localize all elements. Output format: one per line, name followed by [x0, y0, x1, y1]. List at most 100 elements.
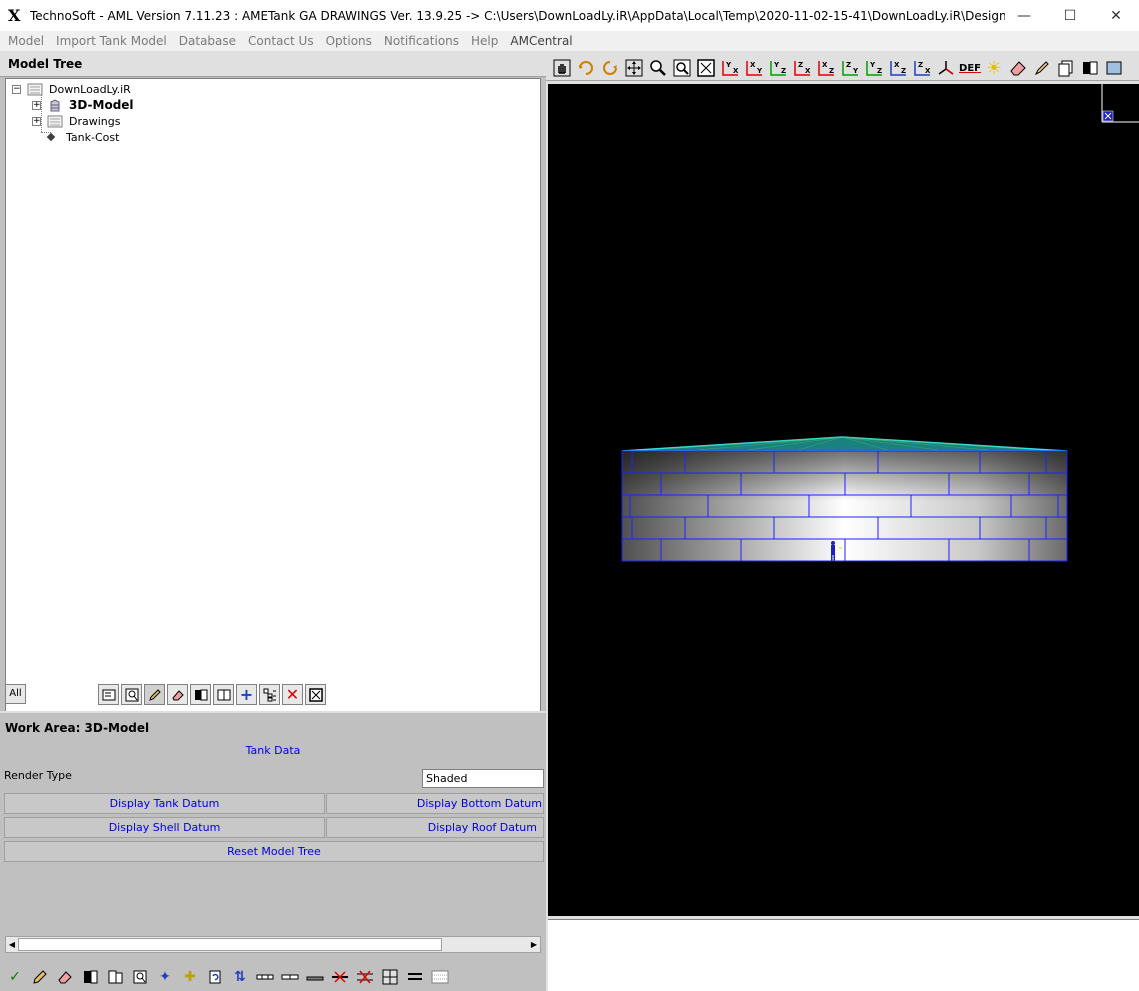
- pan-hand-icon[interactable]: [551, 57, 573, 79]
- window-title: TechnoSoft - AML Version 7.11.23 : AMETa…: [30, 8, 1005, 23]
- zoom-window-icon[interactable]: [671, 57, 693, 79]
- tank-data-link[interactable]: Tank Data: [0, 744, 546, 757]
- menu-contact-us[interactable]: Contact Us: [242, 31, 320, 51]
- tree-node-root[interactable]: − DownLoadLy.iR: [12, 81, 131, 97]
- line-style-icon[interactable]: [279, 966, 301, 988]
- display-roof-datum-button[interactable]: Display Roof Datum: [326, 817, 544, 838]
- bottom-toolbar: ✓ ✦ ✚ ⇅: [0, 958, 546, 991]
- check-icon[interactable]: ✓: [4, 966, 26, 988]
- expand-icon[interactable]: +: [32, 116, 41, 126]
- scroll-left-icon[interactable]: ◀: [6, 937, 18, 952]
- scrollbar-thumb[interactable]: [18, 938, 442, 951]
- menu-model[interactable]: Model: [2, 31, 50, 51]
- menu-import-tank-model[interactable]: Import Tank Model: [50, 31, 173, 51]
- view-xz-alt-icon[interactable]: XZ: [887, 57, 909, 79]
- tree-node-tank-cost[interactable]: Tank-Cost: [46, 129, 120, 145]
- view-yz-icon[interactable]: YZ: [863, 57, 885, 79]
- close-button[interactable]: ✕: [1093, 0, 1139, 31]
- eraser-icon[interactable]: [167, 684, 188, 705]
- svg-text:Y: Y: [725, 61, 732, 69]
- rotate-alt-icon[interactable]: [599, 57, 621, 79]
- svg-text:Y: Y: [869, 61, 876, 69]
- folder-list-icon: [47, 115, 63, 127]
- tree-node-drawings[interactable]: + Drawings: [32, 113, 120, 129]
- split-view-icon[interactable]: [1079, 57, 1101, 79]
- delete-icon[interactable]: ✕: [282, 684, 303, 705]
- collapse-icon[interactable]: −: [12, 84, 21, 94]
- menu-options[interactable]: Options: [320, 31, 378, 51]
- pencil-icon[interactable]: [29, 966, 51, 988]
- svg-text:Z: Z: [798, 61, 803, 69]
- view-zx-alt-icon[interactable]: ZX: [911, 57, 933, 79]
- refresh-icon[interactable]: [204, 966, 226, 988]
- draw-pencil-icon[interactable]: [144, 684, 165, 705]
- scroll-right-icon[interactable]: ▶: [528, 937, 540, 952]
- filter-all-button[interactable]: All: [5, 684, 26, 704]
- move-icon[interactable]: [623, 57, 645, 79]
- line-style-icon[interactable]: [304, 966, 326, 988]
- output-console[interactable]: [548, 919, 1139, 991]
- shaded-view-icon[interactable]: [1103, 57, 1125, 79]
- rotate-icon[interactable]: [575, 57, 597, 79]
- fit-extents-icon[interactable]: [305, 684, 326, 705]
- model-tree[interactable]: − DownLoadLy.iR + 3D-Model + Drawings Ta…: [5, 78, 541, 727]
- add-point-icon[interactable]: ✚: [179, 966, 201, 988]
- lines-icon[interactable]: [404, 966, 426, 988]
- swap-icon[interactable]: ⇅: [229, 966, 251, 988]
- zoom-extents-icon[interactable]: [695, 57, 717, 79]
- viewer-panel: YX XY YZ ZX XZ ZY YZ XZ ZX DEF ☀: [546, 51, 1139, 991]
- 3d-viewport[interactable]: [548, 84, 1139, 916]
- display-tank-datum-button[interactable]: Display Tank Datum: [4, 793, 325, 814]
- minimize-button[interactable]: —: [1001, 0, 1047, 31]
- add-icon[interactable]: +: [236, 684, 257, 705]
- menu-database[interactable]: Database: [173, 31, 242, 51]
- zoom-icon[interactable]: [647, 57, 669, 79]
- display-bottom-datum-button[interactable]: Display Bottom Datum: [326, 793, 544, 814]
- delete-grid-icon[interactable]: [354, 966, 376, 988]
- view-yx-icon[interactable]: YX: [719, 57, 741, 79]
- tank-model-render[interactable]: [548, 84, 1139, 916]
- light-sun-icon[interactable]: ☀: [983, 57, 1005, 79]
- view-xy-icon[interactable]: XY: [743, 57, 765, 79]
- menu-amcentral[interactable]: AMCentral: [504, 31, 578, 51]
- hatch-icon[interactable]: [429, 966, 451, 988]
- properties-icon[interactable]: [98, 684, 119, 705]
- inspect-icon[interactable]: [121, 684, 142, 705]
- paint-brush-icon[interactable]: [1031, 57, 1053, 79]
- tree-expand-icon[interactable]: [259, 684, 280, 705]
- isometric-view-icon[interactable]: [935, 57, 957, 79]
- hide-show-icon[interactable]: [190, 684, 211, 705]
- model-tree-header: Model Tree: [0, 51, 546, 77]
- eraser-icon[interactable]: [1007, 57, 1029, 79]
- tree-node-3d-model[interactable]: + 3D-Model: [32, 97, 134, 113]
- hide-show-icon[interactable]: [79, 966, 101, 988]
- inspect-icon[interactable]: [129, 966, 151, 988]
- grid-icon[interactable]: [379, 966, 401, 988]
- reset-model-tree-button[interactable]: Reset Model Tree: [4, 841, 544, 862]
- menu-help[interactable]: Help: [465, 31, 504, 51]
- svg-text:Z: Z: [846, 61, 851, 69]
- display-shell-datum-button[interactable]: Display Shell Datum: [4, 817, 325, 838]
- view-zy-icon[interactable]: YZ: [767, 57, 789, 79]
- view-zx-icon[interactable]: ZX: [791, 57, 813, 79]
- view-xz-icon[interactable]: XZ: [815, 57, 837, 79]
- eraser-icon[interactable]: [54, 966, 76, 988]
- orientation-indicator[interactable]: [1101, 84, 1139, 123]
- view-zy-alt-icon[interactable]: ZY: [839, 57, 861, 79]
- compass-icon[interactable]: ✦: [154, 966, 176, 988]
- default-view-button[interactable]: DEF: [959, 57, 981, 79]
- maximize-button[interactable]: ☐: [1047, 0, 1093, 31]
- split-view-icon[interactable]: [104, 966, 126, 988]
- tree-node-label: Tank-Cost: [66, 130, 120, 144]
- split-view-icon[interactable]: [213, 684, 234, 705]
- svg-text:Z: Z: [829, 67, 834, 75]
- tree-node-label: Drawings: [69, 114, 121, 128]
- horizontal-scrollbar[interactable]: ◀ ▶: [5, 936, 541, 953]
- render-type-select[interactable]: Shaded: [422, 769, 544, 788]
- app-logo-icon: X: [8, 5, 21, 25]
- delete-line-icon[interactable]: [329, 966, 351, 988]
- line-style-icon[interactable]: [254, 966, 276, 988]
- menu-notifications[interactable]: Notifications: [378, 31, 465, 51]
- expand-icon[interactable]: +: [32, 100, 41, 110]
- copy-icon[interactable]: [1055, 57, 1077, 79]
